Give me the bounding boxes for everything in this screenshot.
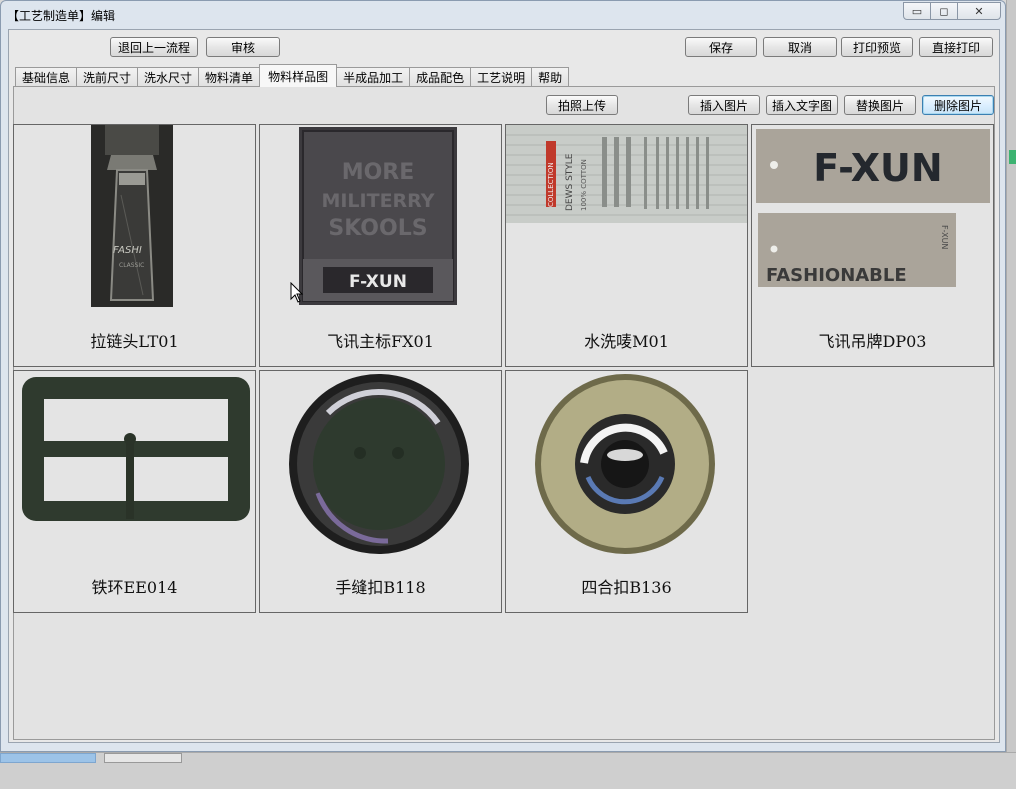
sample-card[interactable]: F-XUN FASHIONABLE F-XUN 飞讯吊牌DP03 bbox=[751, 124, 994, 367]
cancel-button[interactable]: 取消 bbox=[763, 37, 837, 57]
sample-caption: 铁环EE014 bbox=[91, 578, 178, 597]
buckle-image bbox=[22, 377, 250, 521]
tab-strip: 基础信息 洗前尺寸 洗水尺寸 物料清单 物料样品图 半成品加工 成品配色 工艺说… bbox=[15, 64, 570, 87]
title-bar[interactable]: 【工艺制造单】编辑 ▭ ◻ ✕ bbox=[1, 1, 1005, 28]
back-to-previous-step-button[interactable]: 退回上一流程 bbox=[110, 37, 198, 57]
review-button[interactable]: 审核 bbox=[206, 37, 280, 57]
sample-card[interactable]: COLLECTION DEWS STYLE 100% COTTON 水洗唛M01 bbox=[505, 124, 748, 367]
tab-basic-info[interactable]: 基础信息 bbox=[15, 67, 78, 87]
hang-tag-image: F-XUN FASHIONABLE F-XUN bbox=[756, 129, 990, 287]
tab-help[interactable]: 帮助 bbox=[531, 67, 570, 87]
sample-caption: 飞讯吊牌DP03 bbox=[818, 332, 927, 351]
photo-upload-button[interactable]: 拍照上传 bbox=[546, 95, 618, 115]
minimize-button[interactable]: ▭ bbox=[903, 2, 931, 20]
insert-text-image-button[interactable]: 插入文字图 bbox=[766, 95, 838, 115]
replace-image-button[interactable]: 替换图片 bbox=[844, 95, 916, 115]
background-tab-active bbox=[0, 753, 96, 763]
print-direct-button[interactable]: 直接打印 bbox=[919, 37, 993, 57]
sample-card[interactable]: MORE MILITERRY SKOOLS F-XUN 飞讯主标FX01 bbox=[259, 124, 502, 367]
window-title: 【工艺制造单】编辑 bbox=[7, 9, 116, 23]
zipper-sub-text: CLASSIC bbox=[119, 262, 144, 269]
delete-image-button[interactable]: 删除图片 bbox=[922, 95, 994, 115]
sample-caption: 手缝扣B118 bbox=[335, 578, 426, 597]
tab-pre-wash-size[interactable]: 洗前尺寸 bbox=[76, 67, 139, 87]
wash-collection-text: COLLECTION bbox=[547, 162, 555, 207]
maximize-icon: ◻ bbox=[939, 4, 949, 18]
wash-label-image: COLLECTION DEWS STYLE 100% COTTON bbox=[506, 125, 747, 223]
sample-card[interactable]: 四合扣B136 bbox=[505, 370, 748, 613]
tab-semi-finished-processing[interactable]: 半成品加工 bbox=[336, 67, 411, 87]
sew-on-button-image bbox=[289, 374, 469, 554]
tag-vertical-brand: F-XUN bbox=[940, 225, 949, 249]
print-preview-button[interactable]: 打印预览 bbox=[841, 37, 913, 57]
background-taskbar bbox=[0, 752, 1016, 789]
mouse-cursor-icon bbox=[290, 282, 304, 303]
background-tab bbox=[104, 753, 182, 763]
label-line-3: SKOOLS bbox=[328, 216, 427, 241]
sample-card[interactable]: 铁环EE014 bbox=[13, 370, 256, 613]
tab-process-description[interactable]: 工艺说明 bbox=[470, 67, 533, 87]
insert-image-button[interactable]: 插入图片 bbox=[688, 95, 760, 115]
sample-card[interactable]: FASHI CLASSIC 拉链头LT01 bbox=[13, 124, 256, 367]
tag-slogan-text: FASHIONABLE bbox=[766, 265, 907, 286]
sample-caption: 拉链头LT01 bbox=[90, 332, 179, 351]
sample-caption: 水洗唛M01 bbox=[584, 332, 669, 351]
label-line-2: MILITERRY bbox=[321, 190, 434, 212]
close-button[interactable]: ✕ bbox=[957, 2, 1001, 20]
wash-style-text: DEWS STYLE bbox=[565, 153, 575, 211]
snap-button-image bbox=[535, 374, 715, 554]
sample-caption: 四合扣B136 bbox=[581, 578, 672, 597]
tag-brand-text: F-XUN bbox=[813, 146, 942, 190]
close-icon: ✕ bbox=[974, 4, 984, 18]
zipper-brand-text: FASHI bbox=[113, 245, 142, 256]
background-window-edge bbox=[1006, 0, 1016, 760]
label-brand-text: F-XUN bbox=[349, 272, 407, 292]
wash-cotton-text: 100% COTTON bbox=[580, 159, 588, 211]
save-button[interactable]: 保存 bbox=[685, 37, 757, 57]
tab-finished-color-matching[interactable]: 成品配色 bbox=[409, 67, 472, 87]
main-label-image: MORE MILITERRY SKOOLS F-XUN bbox=[299, 127, 457, 305]
window-controls: ▭ ◻ ✕ bbox=[903, 2, 1001, 20]
tab-wash-size[interactable]: 洗水尺寸 bbox=[137, 67, 200, 87]
label-line-1: MORE bbox=[342, 160, 415, 185]
tab-material-sample-images[interactable]: 物料样品图 bbox=[259, 64, 338, 87]
sample-caption: 飞讯主标FX01 bbox=[327, 332, 434, 351]
maximize-button[interactable]: ◻ bbox=[930, 2, 958, 20]
tab-material-list[interactable]: 物料清单 bbox=[198, 67, 261, 87]
minimize-icon: ▭ bbox=[911, 4, 923, 18]
sample-card[interactable]: 手缝扣B118 bbox=[259, 370, 502, 613]
background-indicator bbox=[1009, 150, 1016, 164]
zipper-puller-image: FASHI CLASSIC bbox=[91, 125, 173, 307]
